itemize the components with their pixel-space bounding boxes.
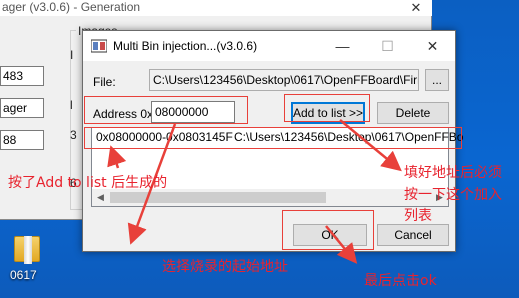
arrow-from-add-button (339, 119, 402, 172)
annotation-add-note-3: 列表 (404, 208, 432, 224)
annotation-address-note: 选择烧录的起始地址 (162, 259, 288, 275)
arrow-from-ok (325, 225, 358, 264)
annotation-add-note-2: 按一下这个加入 (404, 187, 502, 203)
annotation-arrows (107, 119, 402, 264)
annotation-list-note: 按了Add to list 后生成的 (8, 175, 168, 191)
annotation-ok-note: 最后点击ok (364, 273, 437, 289)
arrow-to-list (107, 145, 127, 169)
annotation-add-note-1: 填好地址后必须 (404, 165, 502, 181)
